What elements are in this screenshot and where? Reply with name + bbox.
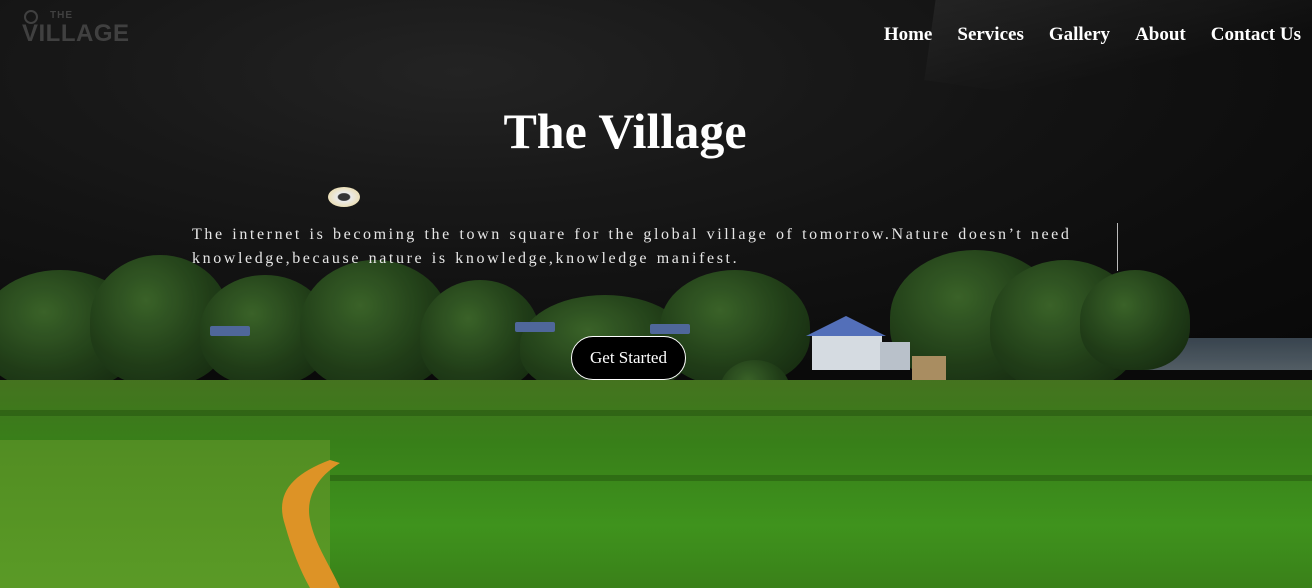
site-logo[interactable]: THE VILLAGE: [22, 10, 142, 50]
hero-tagline: The internet is becoming the town square…: [192, 223, 1118, 271]
hero-section: THE VILLAGE Home Services Gallery About …: [0, 0, 1312, 588]
nav-item-contact-us[interactable]: Contact Us: [1211, 24, 1301, 46]
nav-item-gallery[interactable]: Gallery: [1049, 24, 1110, 46]
page-title: The Village: [503, 103, 747, 159]
nav-item-about[interactable]: About: [1135, 24, 1186, 46]
logo-word: VILLAGE: [22, 20, 130, 47]
nav-item-services[interactable]: Services: [957, 24, 1023, 46]
get-started-button[interactable]: Get Started: [571, 336, 686, 380]
nav-item-home[interactable]: Home: [884, 24, 933, 46]
main-nav: Home Services Gallery About Contact Us: [884, 24, 1301, 46]
